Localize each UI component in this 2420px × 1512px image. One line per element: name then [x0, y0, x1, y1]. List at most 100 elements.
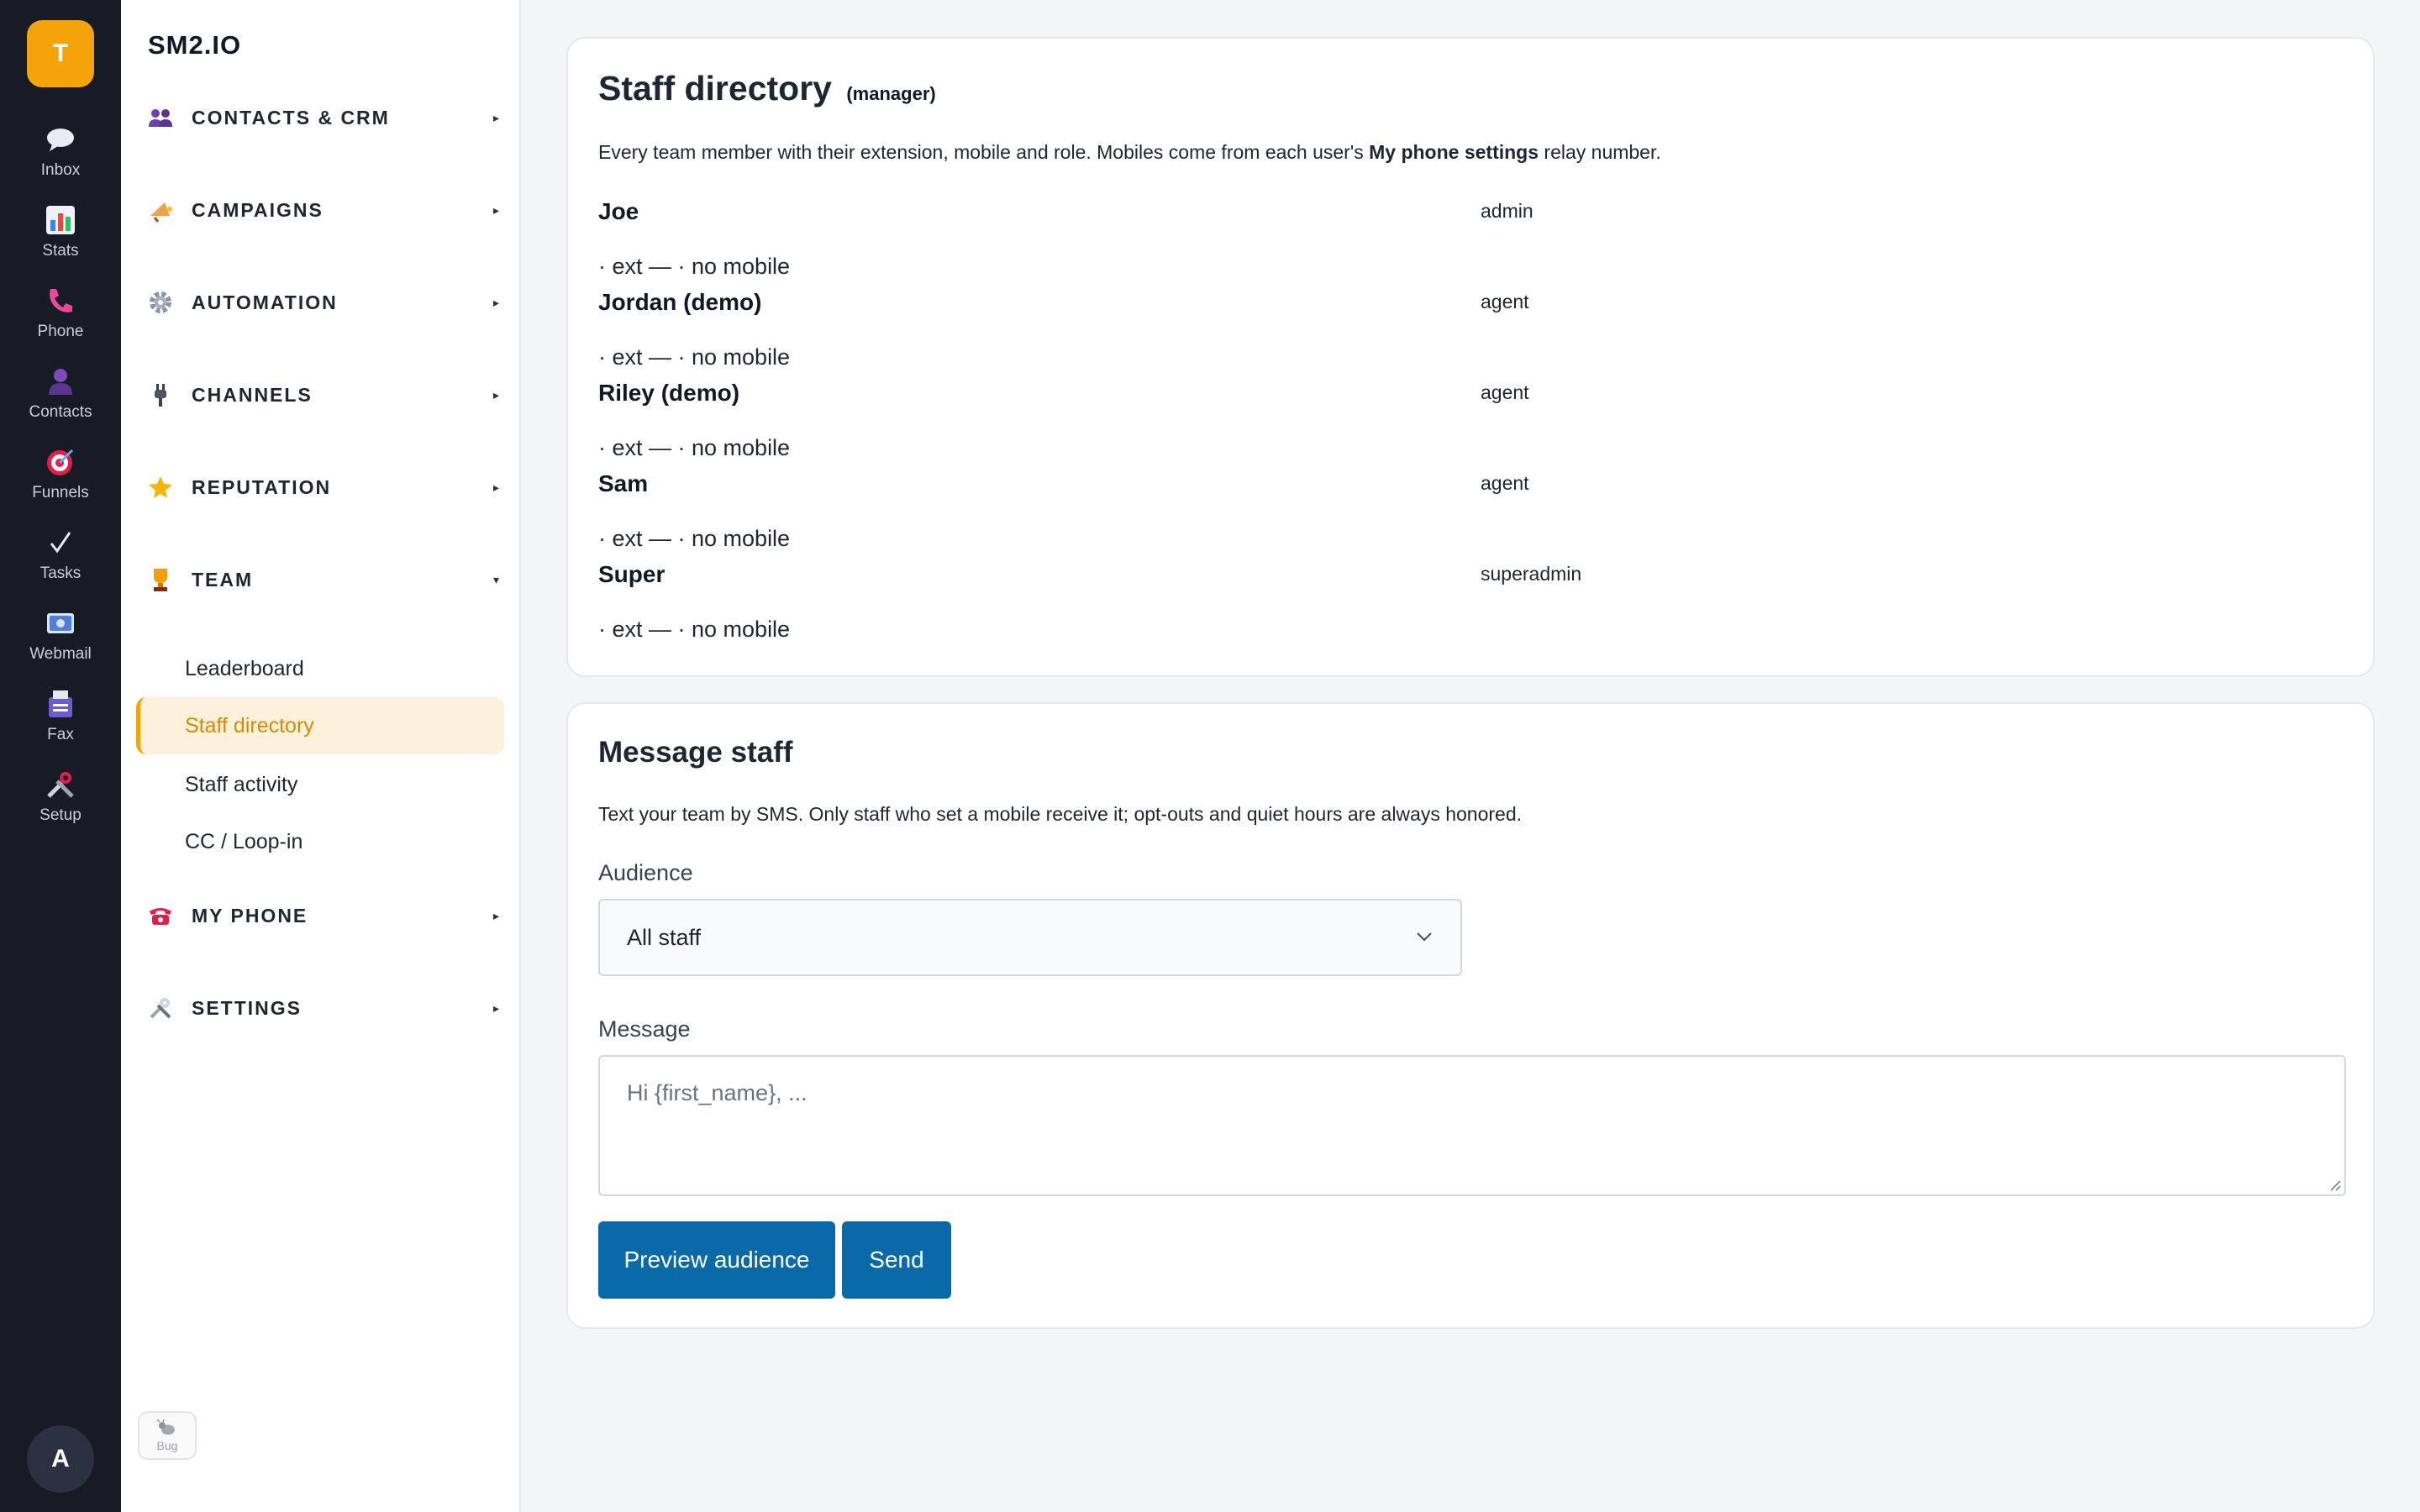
nav-section-label: SETTINGS [192, 996, 302, 1019]
icon-rail: T Inbox Stats Phone Contacts Funnels Tas [0, 0, 121, 1512]
user-avatar[interactable]: A [27, 1425, 94, 1493]
nav-section-label: CONTACTS & CRM [192, 106, 390, 129]
tools-icon [44, 768, 77, 801]
rail-item-stats[interactable]: Stats [0, 203, 121, 274]
message-staff-card: Message staff Text your team by SMS. Onl… [566, 702, 2375, 1329]
bar-chart-icon [44, 203, 77, 237]
message-placeholder: Hi {first_name}, ... [627, 1080, 808, 1105]
rail-item-contacts[interactable]: Contacts [0, 365, 121, 435]
rail-item-funnels[interactable]: Funnels [0, 445, 121, 516]
description-link-text: My phone settings [1369, 141, 1539, 163]
caret-right-icon: ▸ [492, 908, 499, 922]
description-text: Every team member with their extension, … [598, 141, 1370, 163]
caret-down-icon: ▾ [492, 572, 499, 586]
nav-section-automation[interactable]: AUTOMATION ▸ [146, 277, 499, 328]
preview-audience-button[interactable]: Preview audience [598, 1221, 835, 1299]
nav-section-campaigns[interactable]: CAMPAIGNS ▸ [146, 185, 499, 235]
rail-label: Webmail [29, 645, 92, 663]
message-staff-description: Text your team by SMS. Only staff who se… [598, 803, 1523, 825]
fax-icon [44, 687, 77, 721]
resize-handle-icon[interactable] [2328, 1178, 2341, 1191]
telephone-icon [146, 901, 175, 930]
directory-description: Every team member with their extension, … [598, 141, 1661, 164]
brand-name: SM2.IO [148, 30, 242, 60]
audience-select[interactable]: All staff [598, 899, 1462, 976]
megaphone-icon [146, 196, 175, 224]
workspace-logo[interactable]: T [27, 20, 94, 87]
nav-section-label: TEAM [192, 568, 254, 591]
rail-item-inbox[interactable]: Inbox [0, 123, 121, 193]
team-item-leaderboard[interactable]: Leaderboard [136, 640, 504, 697]
rail-item-fax[interactable]: Fax [0, 687, 121, 758]
rail-label: Funnels [32, 484, 89, 501]
team-item-cc-loop-in[interactable]: CC / Loop-in [136, 813, 504, 870]
person-icon [44, 365, 77, 398]
staff-name: Jordan (demo) [598, 289, 762, 315]
nav-section-team[interactable]: TEAM ▾ [146, 554, 499, 605]
rail-item-setup[interactable]: Setup [0, 768, 121, 838]
wrench-icon [146, 994, 175, 1022]
staff-name: Sam [598, 470, 649, 496]
staff-meta: · ext — · no mobile [598, 435, 791, 460]
staff-meta: · ext — · no mobile [598, 526, 791, 551]
staff-name: Riley (demo) [598, 380, 740, 406]
team-item-staff-activity[interactable]: Staff activity [136, 756, 504, 813]
role-badge: (manager) [846, 83, 936, 104]
chevron-down-icon [1413, 926, 1435, 953]
rail-label: Inbox [40, 161, 81, 179]
staff-directory-card: Staff directory (manager) Every team mem… [566, 37, 2375, 677]
message-label: Message [598, 1016, 691, 1042]
bug-label: Bug [156, 1438, 178, 1452]
bug-report-button[interactable]: Bug [138, 1411, 197, 1460]
rail-item-phone[interactable]: Phone [0, 284, 121, 354]
nav-section-channels[interactable]: CHANNELS ▸ [146, 370, 499, 420]
message-staff-title: Message staff [598, 736, 793, 769]
caret-right-icon: ▸ [492, 1000, 499, 1015]
rail-label: Contacts [29, 403, 92, 421]
rail-item-webmail[interactable]: Webmail [0, 606, 121, 677]
nav-section-label: CAMPAIGNS [192, 198, 324, 221]
gear-icon [146, 288, 175, 317]
staff-meta: · ext — · no mobile [598, 254, 791, 279]
plug-icon [146, 381, 175, 409]
rail-label: Phone [37, 323, 84, 340]
caret-right-icon: ▸ [492, 480, 499, 494]
caret-right-icon: ▸ [492, 110, 499, 124]
send-button[interactable]: Send [842, 1221, 951, 1299]
staff-role: admin [1481, 200, 1534, 222]
audience-label: Audience [598, 860, 693, 885]
nav-section-reputation[interactable]: REPUTATION ▸ [146, 462, 499, 512]
caret-right-icon: ▸ [492, 295, 499, 309]
staff-meta: · ext — · no mobile [598, 617, 791, 642]
staff-name: Super [598, 561, 666, 587]
page-title: Staff directory (manager) [598, 69, 936, 108]
nav-section-label: REPUTATION [192, 475, 332, 498]
nav-section-contacts-crm[interactable]: CONTACTS & CRM ▸ [146, 92, 499, 143]
trophy-icon [146, 565, 175, 594]
staff-role: superadmin [1481, 563, 1582, 585]
message-textarea[interactable]: Hi {first_name}, ... [598, 1055, 2346, 1196]
staff-role: agent [1481, 291, 1529, 312]
caret-right-icon: ▸ [492, 387, 499, 402]
star-icon [146, 473, 175, 501]
bug-icon [156, 1418, 178, 1439]
staff-name: Joe [598, 198, 639, 224]
target-icon [44, 445, 77, 479]
nav-section-settings[interactable]: SETTINGS ▸ [146, 983, 499, 1033]
staff-directory-title: Staff directory [598, 69, 832, 108]
checkmark-icon [44, 526, 77, 559]
nav-section-label: MY PHONE [192, 904, 308, 927]
team-item-staff-directory[interactable]: Staff directory [136, 697, 504, 754]
rail-label: Fax [47, 726, 74, 743]
staff-meta: · ext — · no mobile [598, 344, 791, 370]
caret-right-icon: ▸ [492, 202, 499, 217]
rail-label: Tasks [39, 564, 82, 582]
rail-item-tasks[interactable]: Tasks [0, 526, 121, 596]
nav-section-label: CHANNELS [192, 383, 313, 406]
staff-role: agent [1481, 472, 1529, 494]
staff-role: agent [1481, 381, 1529, 403]
nav-section-my-phone[interactable]: MY PHONE ▸ [146, 890, 499, 941]
rail-label: Stats [42, 242, 79, 260]
audience-value: All staff [627, 924, 702, 950]
people-icon [146, 103, 175, 132]
